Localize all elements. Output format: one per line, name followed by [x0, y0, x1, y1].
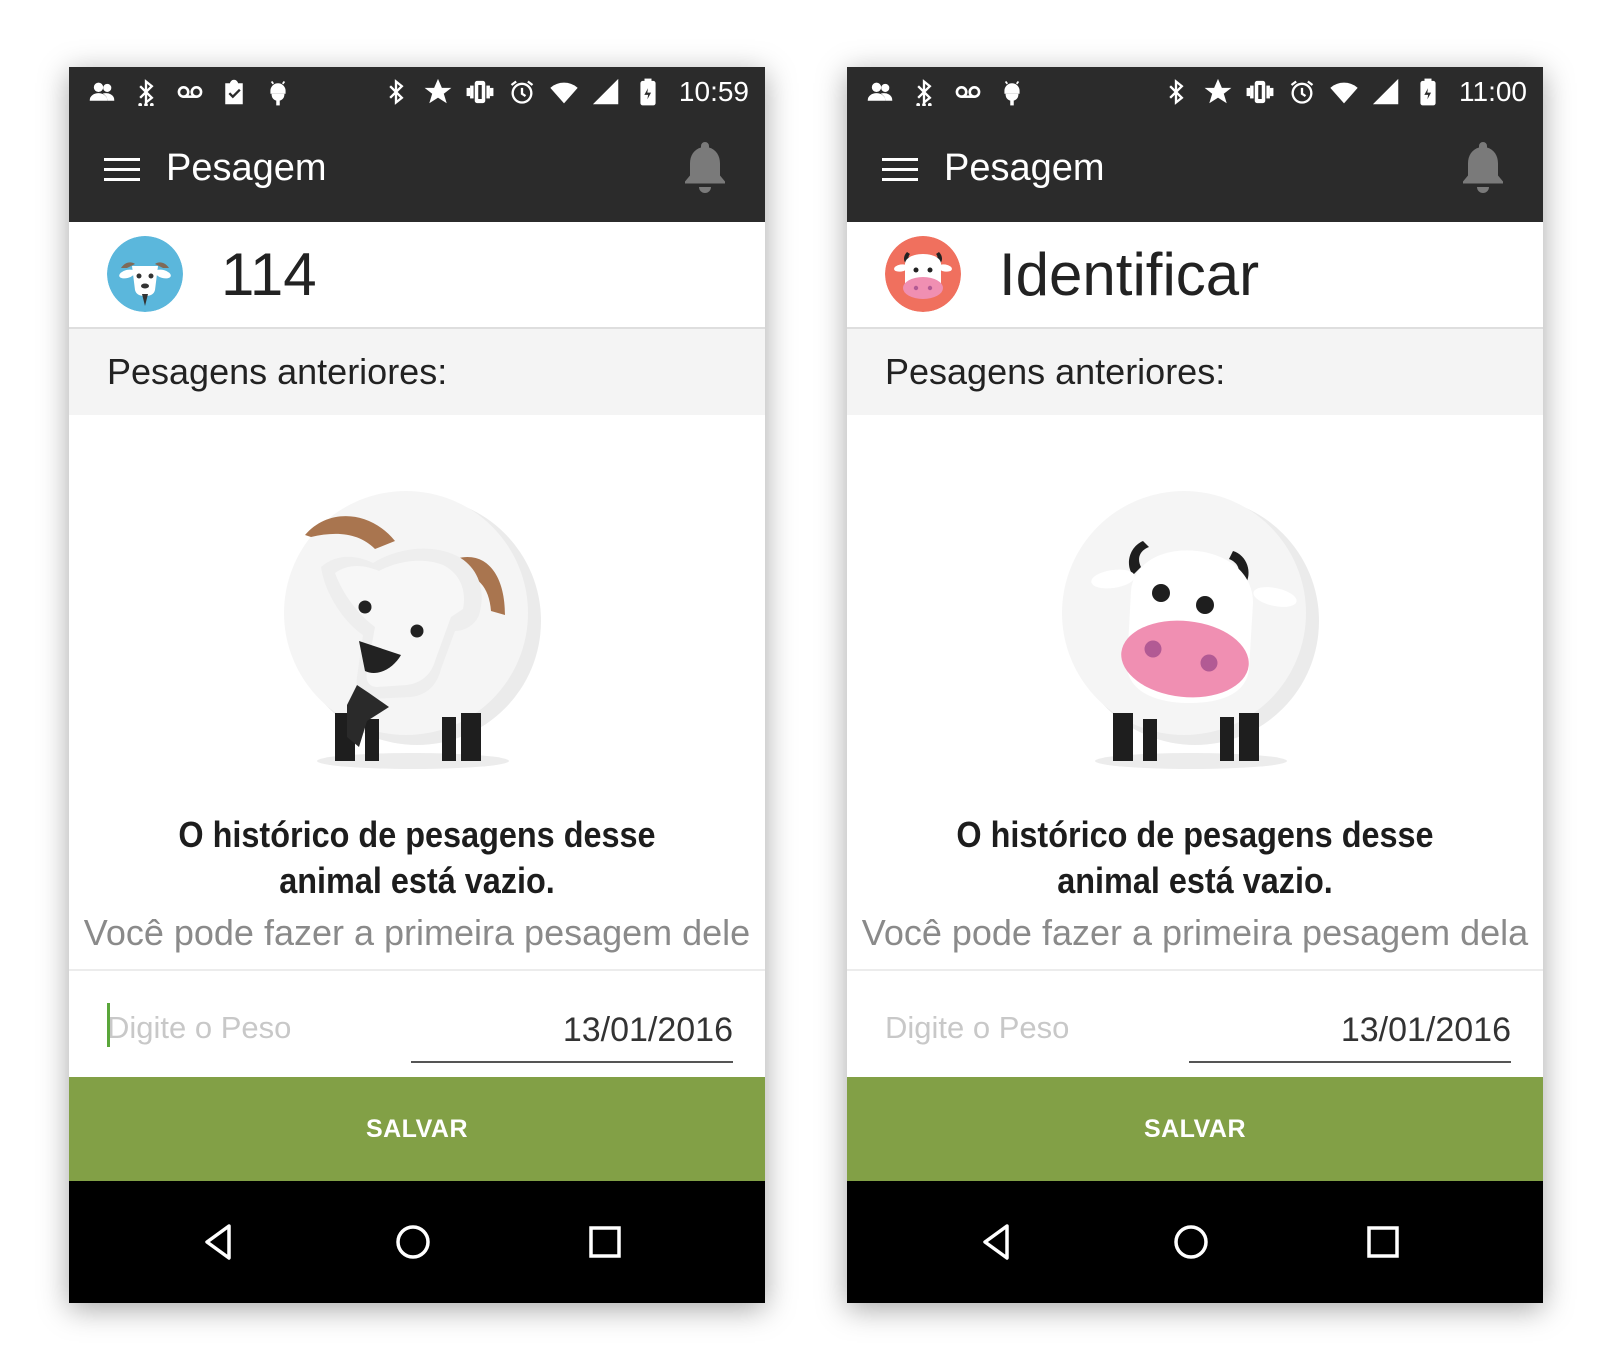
- android-debug-icon: [263, 77, 293, 107]
- phone-screen-goat: 10:59 Pesagem 114 Pesagens anteriores: O…: [69, 67, 765, 1303]
- alarm-icon: [507, 77, 537, 107]
- recents-icon[interactable]: [1358, 1217, 1408, 1267]
- bluetooth-icon: [909, 77, 939, 107]
- navigation-bar: [69, 1181, 765, 1303]
- battery-icon: [633, 77, 663, 107]
- cow-avatar: [885, 236, 961, 312]
- empty-state-title: O histórico de pesagens desse animal est…: [178, 814, 656, 901]
- empty-state-subtitle: Você pode fazer a primeira pesagem dele: [83, 912, 751, 953]
- people-icon: [865, 77, 895, 107]
- date-field[interactable]: 13/01/2016: [411, 1011, 733, 1063]
- star-icon: [1203, 77, 1233, 107]
- animal-header[interactable]: 114: [69, 222, 765, 329]
- home-icon[interactable]: [1166, 1217, 1216, 1267]
- back-icon[interactable]: [195, 1217, 245, 1267]
- section-title: Pesagens anteriores:: [885, 351, 1226, 392]
- bluetooth-icon: [1161, 77, 1191, 107]
- battery-icon: [1413, 77, 1443, 107]
- date-field[interactable]: 13/01/2016: [1189, 1011, 1511, 1063]
- vibrate-icon: [465, 77, 495, 107]
- previous-weighings-header: Pesagens anteriores:: [847, 329, 1543, 415]
- menu-icon[interactable]: [881, 151, 919, 189]
- recents-icon[interactable]: [580, 1217, 630, 1267]
- voicemail-icon: [953, 77, 983, 107]
- page-title: Pesagem: [166, 147, 327, 189]
- app-toolbar: Pesagem: [847, 117, 1543, 222]
- form-divider: [847, 969, 1543, 971]
- previous-weighings-header: Pesagens anteriores:: [69, 329, 765, 415]
- home-icon[interactable]: [388, 1217, 438, 1267]
- wifi-icon: [1329, 77, 1359, 107]
- save-button[interactable]: SALVAR: [69, 1077, 765, 1181]
- clock-time: 10:59: [678, 76, 749, 107]
- people-icon: [87, 77, 117, 107]
- text-cursor: [107, 1003, 110, 1047]
- signal-icon: [1371, 77, 1401, 107]
- weight-input[interactable]: [107, 1003, 427, 1053]
- save-button[interactable]: SALVAR: [847, 1077, 1543, 1181]
- vibrate-icon: [1245, 77, 1275, 107]
- page-title: Pesagem: [944, 147, 1105, 189]
- goat-illustration: [284, 491, 541, 769]
- navigation-bar: [847, 1181, 1543, 1303]
- clipboard-icon: [219, 77, 249, 107]
- bell-icon[interactable]: [1459, 139, 1507, 195]
- status-bar: 10:59: [69, 67, 765, 117]
- back-icon[interactable]: [973, 1217, 1023, 1267]
- form-divider: [69, 969, 765, 971]
- star-icon: [423, 77, 453, 107]
- bluetooth-icon: [381, 77, 411, 107]
- animal-id: 114: [221, 241, 317, 308]
- alarm-icon: [1287, 77, 1317, 107]
- status-bar: 11:00: [847, 67, 1543, 117]
- goat-avatar: [107, 236, 183, 312]
- animal-header[interactable]: Identificar: [847, 222, 1543, 329]
- clock-time: 11:00: [1459, 76, 1527, 107]
- bell-icon[interactable]: [681, 139, 729, 195]
- bluetooth-icon: [131, 77, 161, 107]
- wifi-icon: [549, 77, 579, 107]
- phone-screen-cow: 11:00 Pesagem Identificar Pesagens anter…: [847, 67, 1543, 1303]
- section-title: Pesagens anteriores:: [107, 351, 448, 392]
- signal-icon: [591, 77, 621, 107]
- empty-state-subtitle: Você pode fazer a primeira pesagem dela: [861, 912, 1529, 953]
- menu-icon[interactable]: [103, 151, 141, 189]
- app-toolbar: Pesagem: [69, 117, 765, 222]
- animal-id: Identificar: [999, 241, 1260, 308]
- voicemail-icon: [175, 77, 205, 107]
- android-debug-icon: [997, 77, 1027, 107]
- weight-input[interactable]: [885, 1003, 1205, 1053]
- cow-illustration: [1062, 491, 1319, 769]
- empty-state-title: O histórico de pesagens desse animal est…: [956, 814, 1434, 901]
